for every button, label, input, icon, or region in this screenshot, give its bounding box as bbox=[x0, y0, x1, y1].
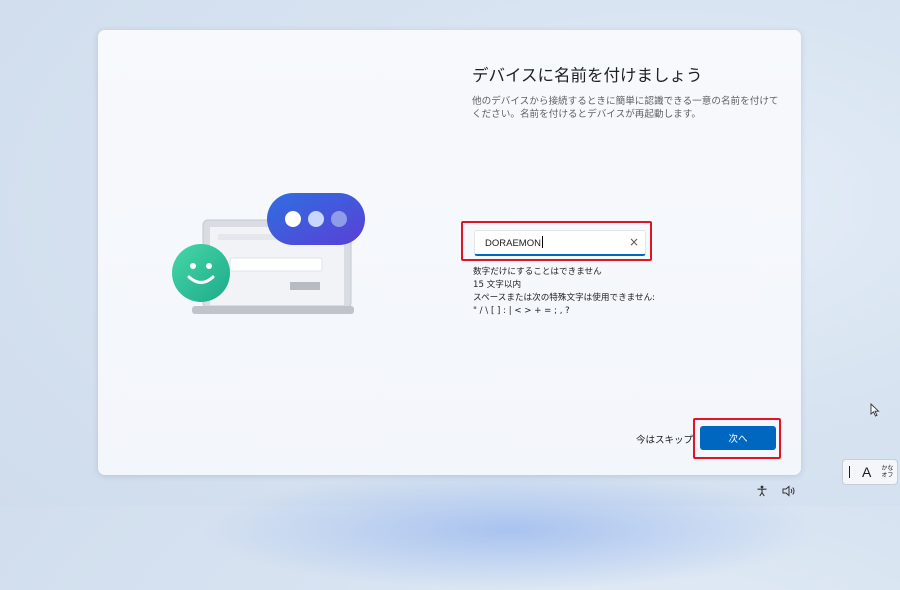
device-name-input[interactable]: DORAEMON × bbox=[474, 230, 646, 256]
ime-kana-line2: オフ bbox=[881, 472, 894, 479]
device-illustration bbox=[170, 190, 370, 320]
ime-indicator[interactable]: A かな オフ bbox=[842, 459, 898, 485]
device-name-value: DORAEMON bbox=[485, 238, 541, 249]
smiley-avatar-icon bbox=[172, 244, 230, 302]
next-button[interactable]: 次へ bbox=[700, 426, 776, 450]
ime-kana-line1: かな bbox=[881, 465, 894, 472]
ime-mode: A bbox=[862, 464, 872, 480]
rule-item: スペースまたは次の特殊文字は使用できません: bbox=[473, 293, 656, 303]
background-glow bbox=[200, 470, 820, 590]
rule-item: 数字だけにすることはできません bbox=[473, 267, 602, 277]
chat-bubble-icon bbox=[267, 193, 365, 245]
mouse-pointer-icon bbox=[870, 402, 880, 421]
page-description: 他のデバイスから接続するときに簡単に認識できる一意の名前を付けてください。名前を… bbox=[472, 96, 779, 120]
page-title: デバイスに名前を付けましょう bbox=[472, 66, 703, 85]
volume-icon[interactable] bbox=[782, 485, 796, 500]
ime-separator bbox=[849, 466, 850, 478]
ime-kana-status: かな オフ bbox=[881, 465, 893, 479]
text-caret bbox=[541, 236, 543, 248]
rule-item: " / \ [ ] : | < > + = ; , ? bbox=[473, 306, 570, 316]
rule-item: 15 文字以内 bbox=[473, 280, 522, 290]
naming-rules: 数字だけにすることはできません 15 文字以内 スペースまたは次の特殊文字は使用… bbox=[473, 266, 655, 318]
clear-icon[interactable]: × bbox=[629, 235, 639, 249]
skip-link[interactable]: 今はスキップ bbox=[636, 432, 693, 446]
accessibility-icon[interactable] bbox=[756, 485, 768, 500]
